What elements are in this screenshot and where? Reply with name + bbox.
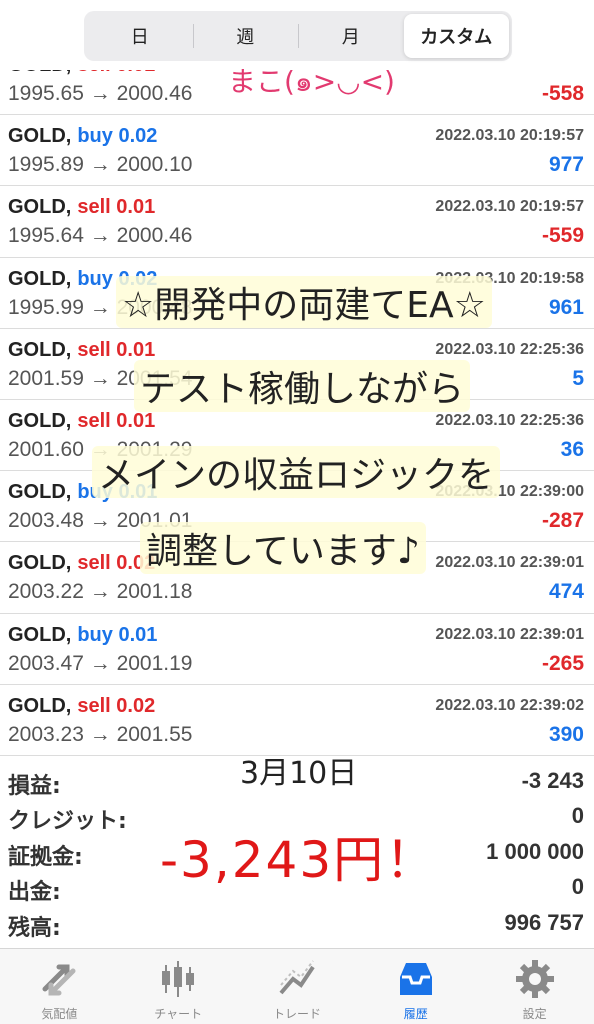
tab-label: トレード: [272, 1007, 321, 1021]
deal-symbol: GOLD, sell 0.02: [8, 552, 155, 575]
summary-value: 996 757: [504, 909, 584, 935]
deal-direction: sell 0.01: [77, 338, 156, 361]
deal-profit: 961: [548, 295, 584, 319]
deal-row[interactable]: GOLD, sell 0.01 2022.03.10 20:19:57 1995.64…: [0, 186, 594, 258]
summary-value: 0: [571, 874, 584, 900]
deal-prices: 1995.89 → 2000.10: [8, 153, 193, 177]
symbol-text: GOLD,: [8, 694, 72, 717]
tab-label: 気配値: [41, 1007, 78, 1021]
symbol-text: GOLD,: [8, 125, 72, 148]
deal-time: 2022.03.10 22:25:36: [435, 340, 584, 358]
segment-week[interactable]: 週: [192, 14, 299, 58]
quotes-arrows-icon: [42, 964, 76, 996]
tab-label: 履歴: [403, 1007, 428, 1021]
summary-value: -3 243: [521, 768, 584, 793]
deal-prices: 2003.47 → 2001.19: [8, 651, 193, 675]
summary-row: 残高: 996 757: [0, 905, 594, 941]
deal-row[interactable]: GOLD, buy 0.01 2022.03.10 22:39:01 2003.47 …: [0, 614, 594, 685]
segment-month[interactable]: 月: [298, 14, 404, 58]
candlestick-chart-icon: [162, 961, 195, 997]
tab-label: チャート: [154, 1007, 203, 1021]
summary-label: 残高:: [8, 915, 61, 941]
tab-trade[interactable]: トレード: [238, 949, 357, 1024]
annotation-line-1: ☆開発中の両建てEA☆: [116, 276, 492, 328]
symbol-text: GOLD,: [8, 552, 72, 575]
deal-row[interactable]: GOLD, buy 0.02 2022.03.10 20:19:57 1995.89 …: [0, 115, 594, 187]
deal-time: 2022.03.10 22:39:01: [435, 625, 584, 643]
deal-symbol: GOLD,sell 0.01: [8, 196, 155, 219]
deal-symbol: GOLD,buy 0.02: [8, 125, 157, 148]
summary-label: 証拠金:: [8, 844, 83, 870]
segment-custom[interactable]: カスタム: [403, 14, 509, 58]
deal-direction: sell 0.01: [77, 409, 156, 432]
deal-profit: 390: [548, 722, 584, 746]
symbol-text: GOLD,: [8, 481, 72, 504]
deal-profit: -558: [541, 82, 584, 105]
deal-symbol: GOLD,buy 0.01: [8, 624, 157, 647]
deal-direction: sell 0.02: [77, 694, 156, 717]
deal-direction: buy 0.01: [77, 623, 158, 646]
summary-value: 0: [571, 803, 584, 829]
deal-time: 2022.03.10 22:39:01: [435, 554, 584, 572]
annotation-total: -3,243円！: [160, 831, 438, 889]
summary-label: 損益:: [8, 774, 61, 799]
deal-row[interactable]: GOLD, sell 0.02 2022.03.10 22:39:02 2003.23…: [0, 685, 594, 756]
deal-direction: buy 0.02: [77, 125, 158, 148]
deal-prices: 1995.64 → 2000.46: [8, 224, 193, 248]
deal-profit: -559: [541, 224, 584, 248]
summary-value: 1 000 000: [486, 838, 584, 864]
tab-chart[interactable]: チャート: [119, 949, 238, 1024]
deal-symbol: GOLD, sell 0.02: [8, 695, 155, 718]
deal-profit: 5: [572, 366, 584, 390]
settings-gear-icon: [515, 960, 554, 998]
annotation-date: 3月10日: [240, 756, 358, 791]
annotation-line-3: メインの収益ロジックを: [92, 446, 501, 498]
deal-profit: 474: [548, 580, 584, 604]
symbol-text: GOLD,: [8, 196, 72, 219]
deal-profit: 36: [560, 437, 584, 461]
history-inbox-icon: [399, 963, 432, 995]
author-signature: まこ(๑>◡<): [228, 65, 395, 98]
deal-time: 2022.03.10 20:19:57: [435, 127, 584, 145]
tab-quotes[interactable]: 気配値: [0, 949, 119, 1024]
deal-prices: 2003.23 → 2001.55: [8, 722, 193, 746]
tab-settings[interactable]: 設定: [475, 949, 594, 1024]
deal-time: 2022.03.10 22:25:36: [435, 411, 584, 429]
deal-profit: -287: [541, 509, 584, 533]
annotation-line-2: テスト稼働しながら: [134, 360, 471, 412]
summary-label: クレジット:: [8, 809, 127, 835]
summary-label: 出金:: [8, 880, 61, 906]
symbol-text: GOLD,: [8, 623, 72, 646]
symbol-text: GOLD,: [8, 267, 72, 290]
deal-time: 2022.03.10 22:39:02: [435, 696, 584, 714]
segment-day[interactable]: 日: [87, 14, 193, 58]
bottom-tab-bar: 気配値 チャート トレード 履歴 設定: [0, 948, 594, 1024]
period-segmented-control: 日 週 月 カスタム: [84, 11, 512, 61]
tab-label: 設定: [522, 1007, 547, 1021]
deal-prices: 1995.65 → 2000.46: [8, 82, 193, 105]
deal-time: 2022.03.10 20:19:57: [435, 198, 584, 216]
symbol-text: GOLD,: [8, 409, 72, 432]
symbol-text: GOLD,: [8, 338, 72, 361]
deal-symbol: GOLD,sell 0.01: [8, 410, 155, 433]
deal-symbol: GOLD,sell 0.01: [8, 339, 155, 362]
deal-profit: 977: [548, 153, 584, 177]
deal-direction: sell 0.01: [77, 196, 156, 219]
deal-prices: 2003.22 → 2001.18: [8, 580, 193, 604]
deal-profit: -265: [541, 651, 584, 675]
tab-history[interactable]: 履歴: [356, 949, 475, 1024]
trade-trend-icon: [279, 960, 315, 995]
annotation-line-4: 調整しています♪: [140, 522, 426, 574]
